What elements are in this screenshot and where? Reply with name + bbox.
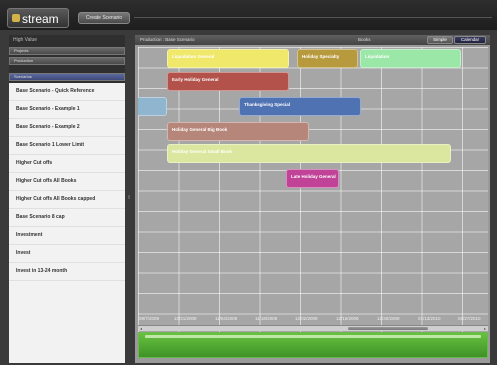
scenario-list: Base Scenario - Quick Reference Base Sce…: [9, 83, 125, 363]
schedule-bar[interactable]: Holiday General Small Book: [167, 144, 451, 163]
schedule-header: Production : Base Scenario Books Simple …: [135, 35, 490, 45]
list-item[interactable]: Base Scenario 1 Lower Limit: [9, 137, 125, 155]
books-label: Books: [358, 37, 371, 42]
schedule-title: Production : Base Scenario: [140, 37, 195, 42]
logo-icon: [12, 14, 20, 22]
list-item[interactable]: Base Scenario - Example 2: [9, 119, 125, 137]
scroll-thumb[interactable]: [348, 327, 428, 330]
date-label: 10/21/2009: [174, 316, 197, 321]
scenario-panel: High Value Projects Production Scenarios…: [9, 35, 125, 363]
schedule-bar[interactable]: Liquidation General: [167, 49, 289, 68]
date-label: 11/04/2009: [215, 316, 238, 321]
date-label: 12/16/2009: [336, 316, 359, 321]
view-calendar-button[interactable]: Calendar: [454, 36, 486, 44]
grip-icon: ‖: [128, 195, 131, 201]
view-simple-button[interactable]: Simple: [427, 36, 453, 44]
schedule-bar[interactable]: [138, 97, 167, 116]
date-label: 11/18/2009: [255, 316, 278, 321]
app-logo[interactable]: stream: [7, 8, 69, 28]
list-item[interactable]: Base Scenario - Quick Reference: [9, 83, 125, 101]
schedule-bar[interactable]: Early Holiday General: [167, 72, 289, 91]
panel-splitter[interactable]: ‖: [127, 35, 133, 363]
date-label: 12/02/2009: [295, 316, 318, 321]
horizontal-scrollbar[interactable]: ◂ ▸: [138, 325, 488, 331]
list-item[interactable]: Base Scenario 8 cap: [9, 209, 125, 227]
logo-text: stream: [22, 12, 59, 26]
create-scenario-button[interactable]: Create Scenario: [78, 12, 130, 24]
list-item[interactable]: Higher Cut offs All Books: [9, 173, 125, 191]
list-item[interactable]: Base Scenario - Example 1: [9, 101, 125, 119]
date-label: 09/7/2009: [139, 316, 160, 321]
accordion-production[interactable]: Production: [9, 57, 125, 65]
list-item[interactable]: Investment: [9, 227, 125, 245]
list-item[interactable]: Invest in 13-24 month: [9, 263, 125, 281]
schedule-bar[interactable]: Thanksgiving Special: [239, 97, 361, 116]
date-label: 01/27/2010: [458, 316, 481, 321]
toolbar-divider: [134, 17, 492, 18]
schedule-bar[interactable]: Liquidation: [360, 49, 461, 68]
list-item[interactable]: Higher Cut offs All Books capped: [9, 191, 125, 209]
scroll-left-icon[interactable]: ◂: [138, 326, 144, 331]
accordion-projects[interactable]: Projects: [9, 47, 125, 55]
panel-header: High Value: [13, 37, 38, 43]
accordion-scenarios[interactable]: Scenarios: [9, 73, 125, 81]
date-label: 01/13/2010: [418, 316, 441, 321]
schedule-bar[interactable]: Late Holiday General: [286, 169, 339, 188]
calendar-grid: Liquidation General Holiday Specialty Li…: [138, 47, 488, 345]
date-axis: 09/7/2009 10/21/2009 11/04/2009 11/18/20…: [138, 316, 488, 324]
top-toolbar: stream Create Scenario: [0, 0, 497, 30]
schedule-panel: Production : Base Scenario Books Simple …: [135, 35, 490, 363]
date-label: 12/30/2009: [377, 316, 400, 321]
list-item[interactable]: Invest: [9, 245, 125, 263]
timeline-overview[interactable]: [138, 332, 488, 358]
schedule-bar[interactable]: Holiday General Big Book: [167, 122, 309, 141]
scroll-right-icon[interactable]: ▸: [482, 326, 488, 331]
list-item[interactable]: Higher Cut offs: [9, 155, 125, 173]
schedule-bar[interactable]: Holiday Specialty: [297, 49, 358, 68]
timeline-range: [145, 335, 481, 338]
